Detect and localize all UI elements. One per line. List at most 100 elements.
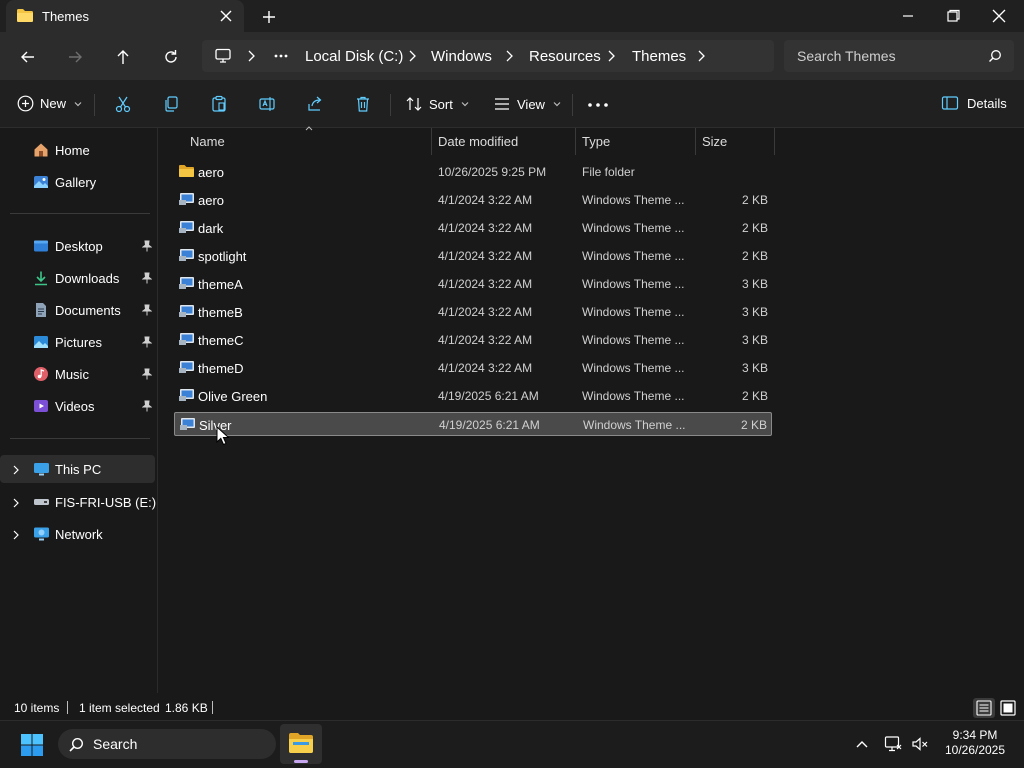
list-item-selected[interactable]: Silver 4/19/2025 6:21 AM Windows Theme .… (174, 412, 772, 436)
view-button[interactable]: View (493, 95, 563, 113)
more-locations-icon[interactable] (274, 54, 288, 58)
theme-file-icon (178, 332, 195, 346)
theme-file-icon (179, 417, 196, 431)
list-item[interactable]: themeD 4/1/2024 3:22 AM Windows Theme ..… (174, 356, 772, 380)
sidebar-item-pictures[interactable]: Pictures (0, 328, 155, 356)
divider (572, 94, 573, 116)
new-tab-button[interactable] (260, 8, 278, 26)
close-tab-icon[interactable] (219, 9, 233, 23)
list-item[interactable]: aero 10/26/2025 9:25 PM File folder (174, 160, 772, 184)
sidebar-item-network[interactable]: Network (0, 520, 155, 548)
list-item[interactable]: spotlight 4/1/2024 3:22 AM Windows Theme… (174, 244, 772, 268)
selection-count: 1 item selected (79, 701, 160, 715)
chevron-right-icon[interactable] (246, 49, 256, 63)
sidebar-item-downloads[interactable]: Downloads (0, 264, 155, 292)
list-item[interactable]: themeC 4/1/2024 3:22 AM Windows Theme ..… (174, 328, 772, 352)
theme-file-icon (178, 220, 195, 234)
sidebar-item-label: Downloads (55, 271, 120, 286)
pin-icon[interactable] (142, 240, 152, 252)
pin-icon[interactable] (142, 336, 152, 348)
share-button[interactable] (306, 95, 324, 113)
command-bar: New Sort View Details (0, 80, 1024, 128)
pin-icon[interactable] (142, 400, 152, 412)
chevron-right-icon[interactable] (504, 49, 514, 63)
rename-button[interactable] (258, 95, 276, 113)
chevron-right-icon[interactable] (11, 464, 21, 476)
taskbar-file-explorer[interactable] (280, 724, 322, 764)
list-item[interactable]: themeB 4/1/2024 3:22 AM Windows Theme ..… (174, 300, 772, 324)
chevron-right-icon[interactable] (696, 49, 706, 63)
start-button[interactable] (20, 733, 44, 757)
tiles-view-button[interactable] (998, 698, 1018, 718)
sidebar-item-videos[interactable]: Videos (0, 392, 155, 420)
breadcrumb-windows[interactable]: Windows (431, 48, 492, 65)
taskbar-search-label: Search (93, 736, 138, 752)
item-count: 10 items (14, 701, 60, 715)
search-icon[interactable] (988, 49, 1002, 63)
theme-file-icon (178, 192, 195, 206)
refresh-button[interactable] (160, 46, 182, 68)
tab-themes[interactable]: Themes (6, 0, 244, 32)
column-divider[interactable] (695, 128, 696, 155)
pin-icon[interactable] (142, 272, 152, 284)
chevron-right-icon[interactable] (407, 49, 417, 63)
back-button[interactable] (17, 46, 39, 68)
cut-button[interactable] (114, 95, 132, 113)
sidebar-item-desktop[interactable]: Desktop (0, 232, 155, 260)
column-divider[interactable] (431, 128, 432, 155)
details-pane-button[interactable]: Details (941, 95, 1007, 111)
list-item[interactable]: Olive Green 4/19/2025 6:21 AM Windows Th… (174, 384, 772, 408)
monitor-icon[interactable] (214, 48, 232, 64)
sidebar-item-usb-drive[interactable]: FIS-FRI-USB (E:) (0, 488, 156, 516)
volume-muted-icon[interactable] (911, 735, 929, 753)
close-window-button[interactable] (989, 8, 1009, 24)
pin-icon[interactable] (142, 304, 152, 316)
breadcrumb-resources[interactable]: Resources (529, 48, 601, 65)
new-button[interactable]: New (17, 95, 84, 112)
minimize-button[interactable] (898, 8, 918, 24)
column-size[interactable]: Size (702, 134, 727, 149)
sidebar-item-this-pc[interactable]: This PC (0, 455, 155, 483)
divider (94, 94, 95, 116)
list-item[interactable]: dark 4/1/2024 3:22 AM Windows Theme ... … (174, 216, 772, 240)
taskbar-search[interactable]: Search (58, 729, 276, 759)
sidebar-item-label: Videos (55, 399, 95, 414)
list-item[interactable]: aero 4/1/2024 3:22 AM Windows Theme ... … (174, 188, 772, 212)
sidebar-item-home[interactable]: Home (0, 136, 155, 164)
network-icon (33, 526, 50, 542)
column-divider[interactable] (774, 128, 775, 155)
copy-button[interactable] (162, 95, 180, 113)
pin-icon[interactable] (142, 368, 152, 380)
restore-button[interactable] (943, 8, 963, 24)
sidebar-item-music[interactable]: Music (0, 360, 155, 388)
theme-file-icon (178, 360, 195, 374)
details-view-button[interactable] (973, 698, 995, 718)
system-clock[interactable]: 9:34 PM 10/26/2025 (940, 728, 1010, 758)
see-more-button[interactable] (588, 103, 608, 107)
sort-button[interactable]: Sort (405, 95, 471, 113)
sidebar-item-documents[interactable]: Documents (0, 296, 155, 324)
home-icon (33, 142, 49, 158)
view-label: View (517, 96, 545, 112)
forward-button[interactable] (64, 46, 86, 68)
column-date-modified[interactable]: Date modified (438, 134, 518, 149)
up-button[interactable] (112, 46, 134, 68)
sidebar-item-gallery[interactable]: Gallery (0, 168, 155, 196)
breadcrumb-local-disk[interactable]: Local Disk (C:) (305, 48, 403, 65)
search-input[interactable]: Search Themes (784, 40, 1014, 72)
chevron-right-icon[interactable] (606, 49, 616, 63)
list-item[interactable]: themeA 4/1/2024 3:22 AM Windows Theme ..… (174, 272, 772, 296)
paste-button[interactable] (210, 95, 228, 113)
column-type[interactable]: Type (582, 134, 610, 149)
chevron-right-icon[interactable] (11, 529, 21, 541)
show-hidden-icons-button[interactable] (855, 738, 869, 750)
breadcrumb-themes[interactable]: Themes (632, 48, 686, 65)
chevron-right-icon[interactable] (11, 497, 21, 509)
gallery-icon (33, 174, 49, 190)
search-placeholder: Search Themes (797, 48, 896, 64)
column-divider[interactable] (575, 128, 576, 155)
column-name[interactable]: Name (190, 134, 225, 149)
network-status-icon[interactable] (884, 735, 902, 753)
address-bar[interactable]: Local Disk (C:) Windows Resources Themes (202, 40, 774, 72)
delete-button[interactable] (354, 95, 372, 113)
